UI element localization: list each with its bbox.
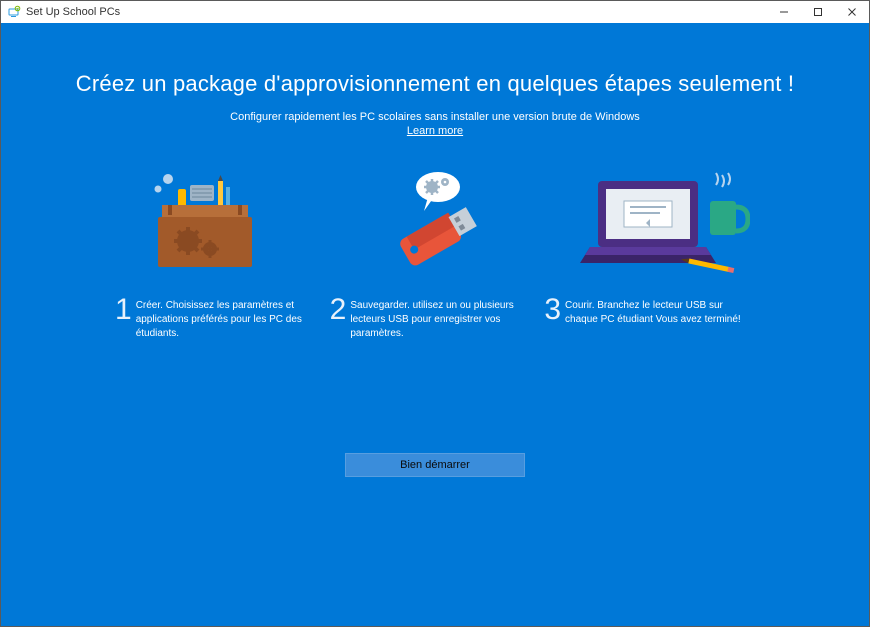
page-subtitle: Configurer rapidement les PC scolaires s… <box>230 111 640 123</box>
toolbox-icon <box>120 167 290 277</box>
titlebar: Set Up School PCs <box>1 1 869 23</box>
steps-row: 1 Créer. Choisissez les paramètres et ap… <box>115 295 755 341</box>
get-started-button[interactable]: Bien démarrer <box>345 453 525 477</box>
close-button[interactable] <box>835 1 869 23</box>
usb-icon <box>350 167 520 277</box>
learn-more-link[interactable]: Learn more <box>407 125 463 137</box>
step-3-text: Courir. Branchez le lecteur USB sur chaq… <box>565 295 755 327</box>
window-title: Set Up School PCs <box>26 6 767 18</box>
step-1-number: 1 <box>115 295 132 325</box>
illustrations-row <box>120 167 750 277</box>
page-title: Créez un package d'approvisionnement en … <box>76 71 794 97</box>
step-1-text: Créer. Choisissez les paramètres et appl… <box>136 295 326 341</box>
step-2-number: 2 <box>330 295 347 325</box>
step-2: 2 Sauvegarder. utilisez un ou plusieurs … <box>330 295 541 341</box>
step-3-number: 3 <box>544 295 561 325</box>
app-icon <box>7 5 21 19</box>
minimize-button[interactable] <box>767 1 801 23</box>
window-controls <box>767 1 869 23</box>
step-3: 3 Courir. Branchez le lecteur USB sur ch… <box>544 295 755 341</box>
step-1: 1 Créer. Choisissez les paramètres et ap… <box>115 295 326 341</box>
app-window: Set Up School PCs Créez un package d'app… <box>0 0 870 627</box>
main-content: Créez un package d'approvisionnement en … <box>1 23 869 626</box>
maximize-button[interactable] <box>801 1 835 23</box>
laptop-icon <box>580 167 750 277</box>
step-2-text: Sauvegarder. utilisez un ou plusieurs le… <box>350 295 540 341</box>
